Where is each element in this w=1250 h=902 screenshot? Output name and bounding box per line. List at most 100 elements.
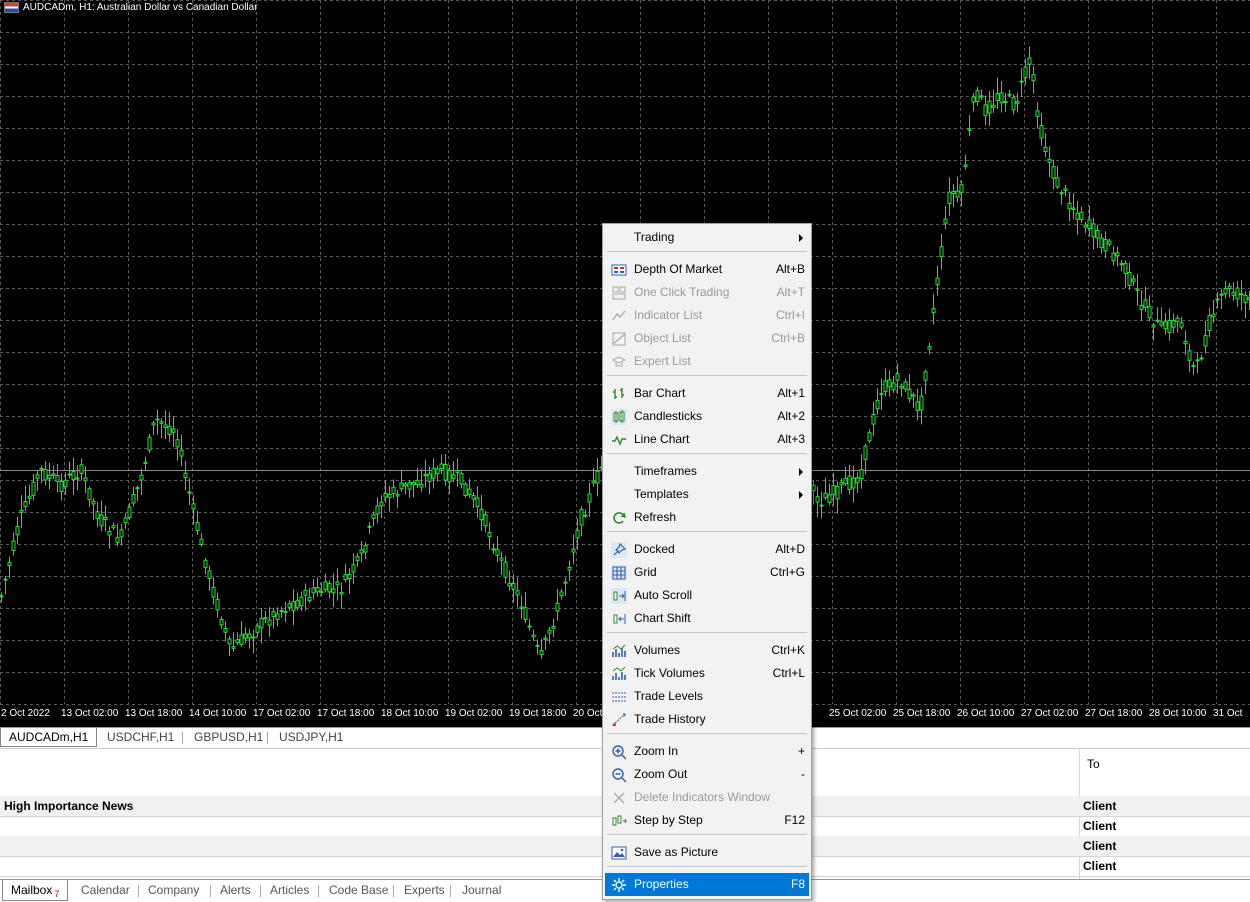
candle-body bbox=[1063, 188, 1068, 192]
candle-body bbox=[1027, 57, 1032, 65]
menu-item-grid[interactable]: Grid Ctrl+G bbox=[605, 561, 809, 584]
candle-body bbox=[131, 493, 136, 504]
candle-body bbox=[127, 506, 132, 519]
menu-item-shortcut: Alt+B bbox=[775, 262, 805, 276]
candle-body bbox=[1119, 263, 1124, 266]
menu-item-zoom-out[interactable]: Zoom Out - bbox=[605, 763, 809, 786]
menu-item-depth-of-market[interactable]: Depth Of Market Alt+B bbox=[605, 258, 809, 281]
depth-of-market-icon bbox=[611, 262, 627, 278]
menu-item-one-click-trading[interactable]: One Click Trading Alt+T bbox=[605, 281, 809, 304]
menu-item-shortcut: Alt+1 bbox=[777, 386, 805, 400]
menu-item-timeframes[interactable]: Timeframes bbox=[605, 460, 809, 483]
menu-item-indicator-list[interactable]: Indicator List Ctrl+I bbox=[605, 304, 809, 327]
x-axis-label: 14 Oct 10:00 bbox=[189, 708, 247, 719]
menu-item-auto-scroll[interactable]: Auto Scroll bbox=[605, 584, 809, 607]
candle-body bbox=[1011, 97, 1016, 111]
candle-body bbox=[819, 504, 824, 507]
candle-body bbox=[1079, 211, 1084, 221]
candle-body bbox=[1019, 80, 1024, 83]
candle-body bbox=[1139, 304, 1144, 310]
column-header-to[interactable]: To bbox=[1087, 757, 1100, 771]
menu-item-refresh[interactable]: Refresh bbox=[605, 506, 809, 529]
candle-body bbox=[987, 100, 992, 114]
tab-mailbox-label: Mailbox bbox=[11, 883, 53, 897]
tab-experts[interactable]: Experts bbox=[396, 880, 453, 900]
candle-body bbox=[523, 607, 528, 621]
candle-body bbox=[1207, 315, 1212, 332]
menu-item-label: Chart Shift bbox=[634, 611, 691, 625]
tab-mailbox[interactable]: Mailbox 7 bbox=[2, 880, 69, 901]
candle-body bbox=[219, 619, 224, 626]
menu-item-candlesticks[interactable]: Candlesticks Alt+2 bbox=[605, 405, 809, 428]
menu-item-trade-history[interactable]: Trade History bbox=[605, 708, 809, 731]
unread-badge: 7 bbox=[54, 889, 60, 899]
menu-item-shortcut: Ctrl+I bbox=[775, 308, 805, 322]
menu-item-templates[interactable]: Templates bbox=[605, 483, 809, 506]
menu-item-tick-volumes[interactable]: Tick Volumes Ctrl+L bbox=[605, 662, 809, 685]
menu-item-shortcut: Ctrl+B bbox=[771, 331, 805, 345]
candle-body bbox=[559, 591, 564, 597]
menu-item-docked[interactable]: Docked Alt+D bbox=[605, 538, 809, 561]
candle-body bbox=[555, 602, 560, 612]
candle-body bbox=[39, 467, 44, 470]
chart-tab-audcad[interactable]: AUDCADm,H1 bbox=[0, 728, 98, 747]
menu-separator bbox=[607, 375, 807, 376]
chart-tab-usdchf[interactable]: USDCHF,H1 bbox=[99, 728, 182, 746]
candle-body bbox=[163, 424, 168, 429]
candle-body bbox=[587, 493, 592, 503]
menu-item-chart-shift[interactable]: Chart Shift bbox=[605, 607, 809, 630]
candle-body bbox=[567, 566, 572, 571]
tab-code-base[interactable]: Code Base bbox=[321, 880, 396, 900]
tab-company[interactable]: Company bbox=[140, 880, 207, 900]
x-axis-label: 19 Oct 02:00 bbox=[445, 708, 503, 719]
menu-item-object-list[interactable]: Object List Ctrl+B bbox=[605, 327, 809, 350]
chart-tab-usdjpy[interactable]: USDJPY,H1 bbox=[271, 728, 351, 746]
candle-body bbox=[975, 90, 980, 103]
tab-journal[interactable]: Journal bbox=[454, 880, 509, 900]
candle-body bbox=[911, 394, 916, 397]
tab-calendar[interactable]: Calendar bbox=[73, 880, 138, 900]
menu-item-bar-chart[interactable]: Bar Chart Alt+1 bbox=[605, 382, 809, 405]
menu-item-save-as-picture[interactable]: Save as Picture bbox=[605, 841, 809, 864]
menu-item-line-chart[interactable]: Line Chart Alt+3 bbox=[605, 428, 809, 451]
tab-separator bbox=[182, 732, 183, 744]
candle-body bbox=[35, 474, 40, 479]
candle-body bbox=[283, 610, 288, 614]
step-by-step-icon bbox=[611, 813, 627, 829]
candle-body bbox=[519, 606, 524, 609]
candle-body bbox=[855, 477, 860, 484]
menu-item-expert-list[interactable]: Expert List bbox=[605, 350, 809, 373]
menu-item-delete-indicators-window[interactable]: Delete Indicators Window bbox=[605, 786, 809, 809]
candle-body bbox=[1035, 110, 1040, 117]
menu-separator bbox=[607, 733, 807, 734]
candle-body bbox=[887, 379, 892, 388]
x-axis-label: 2 Oct 2022 bbox=[1, 708, 50, 719]
menu-item-shortcut: Alt+3 bbox=[777, 432, 805, 446]
menu-separator bbox=[607, 453, 807, 454]
candle-body bbox=[1127, 272, 1132, 286]
menu-item-trade-levels[interactable]: Trade Levels bbox=[605, 685, 809, 708]
candle-body bbox=[499, 557, 504, 561]
menu-item-properties[interactable]: Properties F8 bbox=[605, 873, 809, 896]
candle-body bbox=[27, 495, 32, 499]
expert-list-icon bbox=[611, 354, 627, 370]
menu-item-label: Grid bbox=[634, 565, 657, 579]
bar-chart-icon bbox=[611, 386, 627, 402]
menu-item-step-by-step[interactable]: Step by Step F12 bbox=[605, 809, 809, 832]
tab-articles[interactable]: Articles bbox=[262, 880, 317, 900]
candle-body bbox=[263, 617, 268, 620]
candle-body bbox=[1195, 359, 1200, 362]
candle-body bbox=[23, 500, 28, 508]
chart-tab-gbpusd[interactable]: GBPUSD,H1 bbox=[186, 728, 271, 746]
candle-body bbox=[979, 95, 984, 98]
menu-item-volumes[interactable]: Volumes Ctrl+K bbox=[605, 639, 809, 662]
menu-item-trading[interactable]: Trading bbox=[605, 226, 809, 249]
candle-body bbox=[207, 570, 212, 580]
candle-body bbox=[515, 590, 520, 596]
candle-body bbox=[179, 449, 184, 457]
candle-body bbox=[811, 484, 816, 492]
tab-alerts[interactable]: Alerts bbox=[212, 880, 259, 900]
menu-item-zoom-in[interactable]: Zoom In + bbox=[605, 740, 809, 763]
candle-body bbox=[211, 586, 216, 598]
zoom-in-icon bbox=[611, 744, 627, 760]
